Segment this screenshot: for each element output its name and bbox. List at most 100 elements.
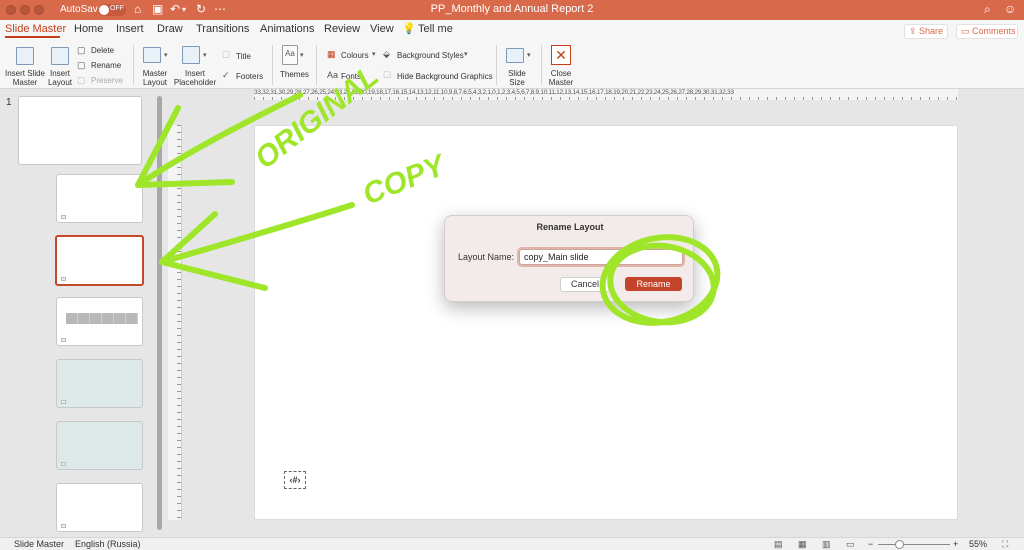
layout-marker-icon (61, 524, 66, 528)
tab-slide-master[interactable]: Slide Master (5, 23, 66, 35)
delete-icon: ▢ (77, 45, 86, 55)
insert-layout-icon[interactable] (51, 47, 69, 65)
colours-button[interactable]: Colours (341, 51, 369, 60)
themes-button[interactable]: Themes (280, 70, 309, 79)
insert-layout-label-1: Insert (49, 69, 70, 78)
language-label[interactable]: English (Russia) (75, 539, 141, 549)
reading-view-icon[interactable]: ▥ (822, 539, 831, 550)
background-styles-button[interactable]: Background Styles (397, 51, 464, 60)
fit-slide-icon[interactable]: ⛶ (1002, 539, 1008, 550)
ribbon-divider (133, 45, 134, 85)
zoom-in-button[interactable]: + (953, 539, 958, 549)
tell-me-search[interactable]: Tell me (418, 23, 453, 35)
thumbnail-layout-copy[interactable] (55, 235, 144, 286)
tab-view[interactable]: View (370, 23, 394, 35)
horizontal-ruler-labels: 33,32,31,30,29,28,27,26,25,24,23,22,21,2… (254, 89, 734, 96)
layout-name-label: Layout Name: (458, 252, 515, 262)
fonts-button[interactable]: Fonts (341, 72, 361, 81)
chevron-down-icon[interactable]: ▾ (300, 51, 304, 59)
account-icon[interactable]: ☺ (1004, 2, 1016, 16)
preserve-button[interactable]: Preserve (91, 76, 123, 85)
themes-icon[interactable]: Aa (282, 45, 298, 65)
rename-icon: ▢ (77, 60, 86, 70)
cancel-button[interactable]: Cancel (560, 277, 610, 292)
title-checkbox-label: Title (236, 52, 251, 61)
zoom-slider-track[interactable] (878, 544, 950, 545)
master-layout-label-2: Layout (142, 78, 168, 87)
master-layout-icon[interactable] (143, 47, 161, 63)
colours-icon: ▦ (327, 49, 336, 59)
tab-insert[interactable]: Insert (116, 23, 144, 35)
delete-button[interactable]: Delete (91, 46, 114, 55)
status-bar: Slide Master English (Russia) ▤ ▦ ▥ ▭ − … (0, 537, 1024, 550)
thumbnail-layout-teal-2[interactable] (56, 421, 143, 470)
insert-slide-master-button[interactable]: Insert Slide Master (2, 69, 48, 87)
background-styles-icon: ⬙ (383, 49, 390, 59)
slideshow-icon[interactable]: ▭ (846, 539, 855, 550)
comment-icon: ▭ (961, 26, 973, 36)
chevron-down-icon[interactable]: ▾ (527, 51, 531, 59)
zoom-level[interactable]: 55% (969, 539, 987, 549)
slide-sorter-icon[interactable]: ▦ (798, 539, 807, 550)
layout-marker-icon (61, 277, 66, 281)
insert-placeholder-button[interactable]: Insert Placeholder (173, 69, 217, 87)
comments-button[interactable]: ▭ Comments (956, 24, 1018, 39)
document-title: PP_Monthly and Annual Report 2 (430, 3, 594, 15)
zoom-out-button[interactable]: − (868, 539, 873, 549)
tab-draw[interactable]: Draw (157, 23, 183, 35)
slide-size-icon[interactable] (506, 48, 524, 63)
insert-slide-master-icon[interactable] (16, 47, 34, 65)
thumbnail-scrollbar[interactable] (157, 96, 162, 530)
thumbnail-layout-table[interactable] (56, 297, 143, 346)
layout-marker-icon (61, 400, 66, 404)
chevron-down-icon[interactable]: ▾ (464, 50, 468, 58)
ribbon-divider (272, 45, 273, 85)
share-button[interactable]: ⇪ Share (904, 24, 948, 39)
title-checkbox[interactable]: ☐ (222, 50, 230, 61)
insert-layout-button[interactable]: Insert Layout (44, 69, 76, 87)
thumbnail-slide-master[interactable] (18, 96, 142, 165)
insert-slide-master-label-2: Master (12, 78, 38, 87)
layout-marker-icon (61, 462, 66, 466)
slide-size-label-2: Size (509, 78, 525, 87)
thumbnail-layout-original[interactable] (56, 174, 143, 223)
tab-review[interactable]: Review (324, 23, 360, 35)
hide-background-graphics-label: Hide Background Graphics (397, 72, 493, 81)
close-master-button[interactable]: Close Master (546, 69, 576, 87)
view-mode-label: Slide Master (14, 539, 65, 549)
slide-canvas[interactable] (254, 125, 958, 520)
close-master-label-2: Master (548, 78, 574, 87)
slide-number: 1 (6, 97, 12, 108)
footers-checkbox[interactable]: ✓ (222, 70, 230, 81)
active-tab-indicator (5, 36, 60, 38)
close-master-icon[interactable]: ✕ (551, 45, 571, 65)
rename-button[interactable]: Rename (625, 277, 682, 291)
rename-button[interactable]: Rename (91, 61, 121, 70)
tab-animations[interactable]: Animations (260, 23, 314, 35)
normal-view-icon[interactable]: ▤ (774, 539, 783, 550)
thumbnail-layout-teal-1[interactable] (56, 359, 143, 408)
ribbon-divider (541, 45, 542, 85)
master-layout-button[interactable]: Master Layout (138, 69, 172, 87)
ribbon-toolbar: Insert Slide Master Insert Layout ▢ Dele… (0, 41, 1024, 89)
hide-background-checkbox[interactable]: ☐ (383, 70, 391, 81)
zoom-slider-thumb[interactable] (895, 540, 904, 549)
chevron-down-icon[interactable]: ▾ (164, 51, 168, 59)
search-icon[interactable]: ⌕ (984, 2, 991, 17)
insert-placeholder-label-2: Placeholder (173, 78, 217, 87)
chevron-down-icon[interactable]: ▾ (372, 50, 376, 58)
layout-name-input[interactable] (517, 247, 685, 267)
tab-home[interactable]: Home (74, 23, 103, 35)
tab-transitions[interactable]: Transitions (196, 23, 249, 35)
vertical-ruler (168, 125, 182, 520)
thumbnail-layout-blank[interactable] (56, 483, 143, 532)
slide-number-placeholder[interactable]: ‹#› (284, 471, 306, 489)
insert-placeholder-icon[interactable] (182, 46, 200, 64)
chevron-down-icon[interactable]: ▾ (203, 51, 207, 59)
share-icon: ⇪ (909, 26, 920, 36)
dialog-title: Rename Layout (536, 222, 604, 232)
slide-size-button[interactable]: Slide Size (502, 69, 532, 87)
preserve-icon: ▢ (77, 75, 86, 85)
lightbulb-icon: 💡 (402, 23, 416, 35)
fonts-icon: Aa (327, 70, 339, 80)
